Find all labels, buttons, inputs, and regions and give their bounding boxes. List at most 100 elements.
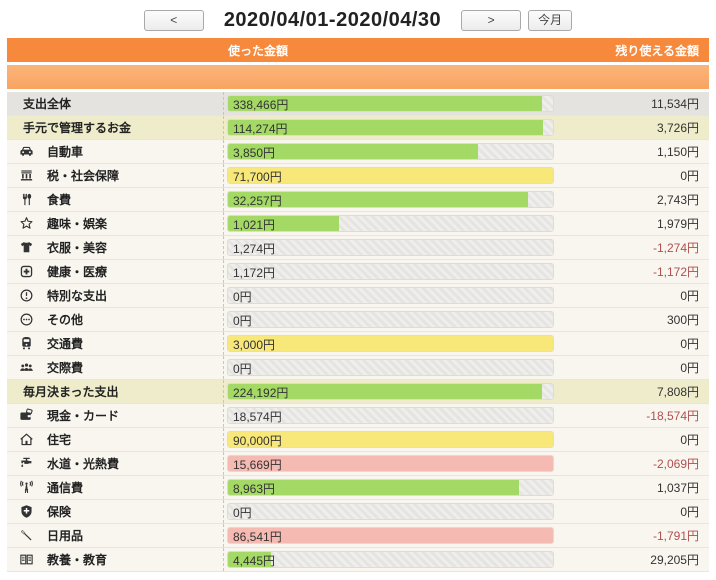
spent-column-header: 使った金額 <box>228 43 289 58</box>
shirt-icon <box>19 240 47 255</box>
spent-amount: 3,000円 <box>233 338 276 352</box>
budget-bar-track: 338,466円 <box>227 95 554 112</box>
cutlery-icon <box>19 192 47 207</box>
table-row-utilities[interactable]: 水道・光熱費 15,669円 -2,069円 <box>7 452 709 476</box>
ellipsis-circle-icon <box>19 312 47 327</box>
budget-table: 使った金額 残り使える金額 支出全体 338,466円 11,534円 手元で管… <box>7 38 709 572</box>
table-row-clothing-beauty[interactable]: 衣服・美容 1,274円 -1,274円 <box>7 236 709 260</box>
budget-bar-track: 0円 <box>227 287 554 304</box>
remaining-amount: 3,726円 <box>656 121 699 135</box>
budget-bar-track: 86,541円 <box>227 527 554 544</box>
remaining-amount: 0円 <box>680 337 699 351</box>
table-row-daily-goods[interactable]: 日用品 86,541円 -1,791円 <box>7 524 709 548</box>
table-row-tax-social-security[interactable]: 税・社会保障 71,700円 0円 <box>7 164 709 188</box>
remaining-amount: 1,150円 <box>656 145 699 159</box>
spent-amount: 86,541円 <box>233 530 282 544</box>
table-row-total-spending[interactable]: 支出全体 338,466円 11,534円 <box>7 92 709 116</box>
budget-bar-track: 0円 <box>227 311 554 328</box>
category-label: 支出全体 <box>23 97 72 111</box>
wallet-icon <box>19 408 47 423</box>
table-rows: 支出全体 338,466円 11,534円 手元で管理するお金 114,274円… <box>7 92 709 572</box>
table-row-food[interactable]: 食費 32,257円 2,743円 <box>7 188 709 212</box>
table-row-hobby-entertainment[interactable]: 趣味・娯楽 1,021円 1,979円 <box>7 212 709 236</box>
category-label: 自動車 <box>47 145 84 159</box>
date-range-title: 2020/04/01-2020/04/30 <box>223 8 442 31</box>
table-row-other[interactable]: その他 0円 300円 <box>7 308 709 332</box>
category-label: 水道・光熱費 <box>47 457 120 471</box>
table-row-insurance[interactable]: 保険 0円 0円 <box>7 500 709 524</box>
budget-bar-track: 90,000円 <box>227 431 554 448</box>
remaining-column-header: 残り使える金額 <box>615 43 699 58</box>
table-row-health-medical[interactable]: 健康・医療 1,172円 -1,172円 <box>7 260 709 284</box>
remaining-amount: 300円 <box>666 313 699 327</box>
budget-bar-track: 71,700円 <box>227 167 554 184</box>
category-label: 通信費 <box>47 481 84 495</box>
exclamation-circle-icon <box>19 288 47 303</box>
table-row-special-expenses[interactable]: 特別な支出 0円 0円 <box>7 284 709 308</box>
remaining-amount: -2,069円 <box>652 457 699 471</box>
spent-amount: 338,466円 <box>233 98 289 112</box>
star-icon <box>19 216 47 231</box>
budget-bar-track: 0円 <box>227 503 554 520</box>
table-header: 使った金額 残り使える金額 <box>7 38 709 62</box>
table-row-education[interactable]: 教養・教育 4,445円 29,205円 <box>7 548 709 572</box>
people-icon <box>19 360 47 375</box>
category-label: 手元で管理するお金 <box>23 121 132 135</box>
remaining-amount: 2,743円 <box>656 193 699 207</box>
spent-amount: 0円 <box>233 314 252 328</box>
spent-amount: 8,963円 <box>233 482 276 496</box>
table-row-housing[interactable]: 住宅 90,000円 0円 <box>7 428 709 452</box>
budget-bar-track: 15,669円 <box>227 455 554 472</box>
table-row-transportation[interactable]: 交通費 3,000円 0円 <box>7 332 709 356</box>
budget-bar-fill <box>228 336 553 351</box>
remaining-amount: 0円 <box>680 433 699 447</box>
spent-amount: 1,021円 <box>233 218 276 232</box>
remaining-amount: 1,979円 <box>656 217 699 231</box>
remaining-amount: -1,274円 <box>652 241 699 255</box>
spent-amount: 0円 <box>233 290 252 304</box>
remaining-amount: -1,791円 <box>652 529 699 543</box>
table-row-communication[interactable]: 通信費 8,963円 1,037円 <box>7 476 709 500</box>
budget-bar-track: 4,445円 <box>227 551 554 568</box>
current-month-button[interactable]: 今月 <box>528 9 573 31</box>
medical-cross-icon <box>19 264 47 279</box>
car-icon <box>19 144 47 159</box>
spent-amount: 4,445円 <box>233 554 276 568</box>
spent-amount: 224,192円 <box>233 386 289 400</box>
category-label: 交際費 <box>47 361 84 375</box>
budget-bar-track: 224,192円 <box>227 383 554 400</box>
faucet-icon <box>19 456 47 471</box>
next-month-button[interactable]: > <box>461 9 522 31</box>
budget-bar-track: 18,574円 <box>227 407 554 424</box>
budget-bar-track: 3,000円 <box>227 335 554 352</box>
category-label: 保険 <box>47 505 72 519</box>
train-icon <box>19 336 47 351</box>
category-label: 健康・医療 <box>47 265 108 279</box>
table-row-section-pocket-money[interactable]: 手元で管理するお金 114,274円 3,726円 <box>7 116 709 140</box>
remaining-amount: 0円 <box>680 505 699 519</box>
house-icon <box>19 432 47 447</box>
category-label: 日用品 <box>47 529 84 543</box>
budget-bar-track: 3,850円 <box>227 143 554 160</box>
category-label: 税・社会保障 <box>47 169 120 183</box>
table-row-social-expenses[interactable]: 交際費 0円 0円 <box>7 356 709 380</box>
toothbrush-icon <box>19 528 47 543</box>
remaining-amount: -1,172円 <box>652 265 699 279</box>
category-label: その他 <box>47 313 84 327</box>
budget-bar-track: 32,257円 <box>227 191 554 208</box>
category-label: 特別な支出 <box>47 289 108 303</box>
spent-amount: 71,700円 <box>233 170 282 184</box>
previous-month-button[interactable]: < <box>143 9 204 31</box>
date-navigation: < 2020/04/01-2020/04/30 > 今月 <box>0 0 716 38</box>
budget-bar-track: 1,274円 <box>227 239 554 256</box>
category-label: 趣味・娯楽 <box>47 217 108 231</box>
spent-amount: 114,274円 <box>233 122 288 136</box>
remaining-amount: 0円 <box>680 361 699 375</box>
budget-bar-track: 0円 <box>227 359 554 376</box>
table-row-car[interactable]: 自動車 3,850円 1,150円 <box>7 140 709 164</box>
spent-amount: 32,257円 <box>233 194 282 208</box>
table-row-section-fixed-monthly[interactable]: 毎月決まった支出 224,192円 7,808円 <box>7 380 709 404</box>
remaining-amount: 0円 <box>680 169 699 183</box>
category-label: 交通費 <box>47 337 84 351</box>
table-row-cash-card[interactable]: 現金・カード 18,574円 -18,574円 <box>7 404 709 428</box>
